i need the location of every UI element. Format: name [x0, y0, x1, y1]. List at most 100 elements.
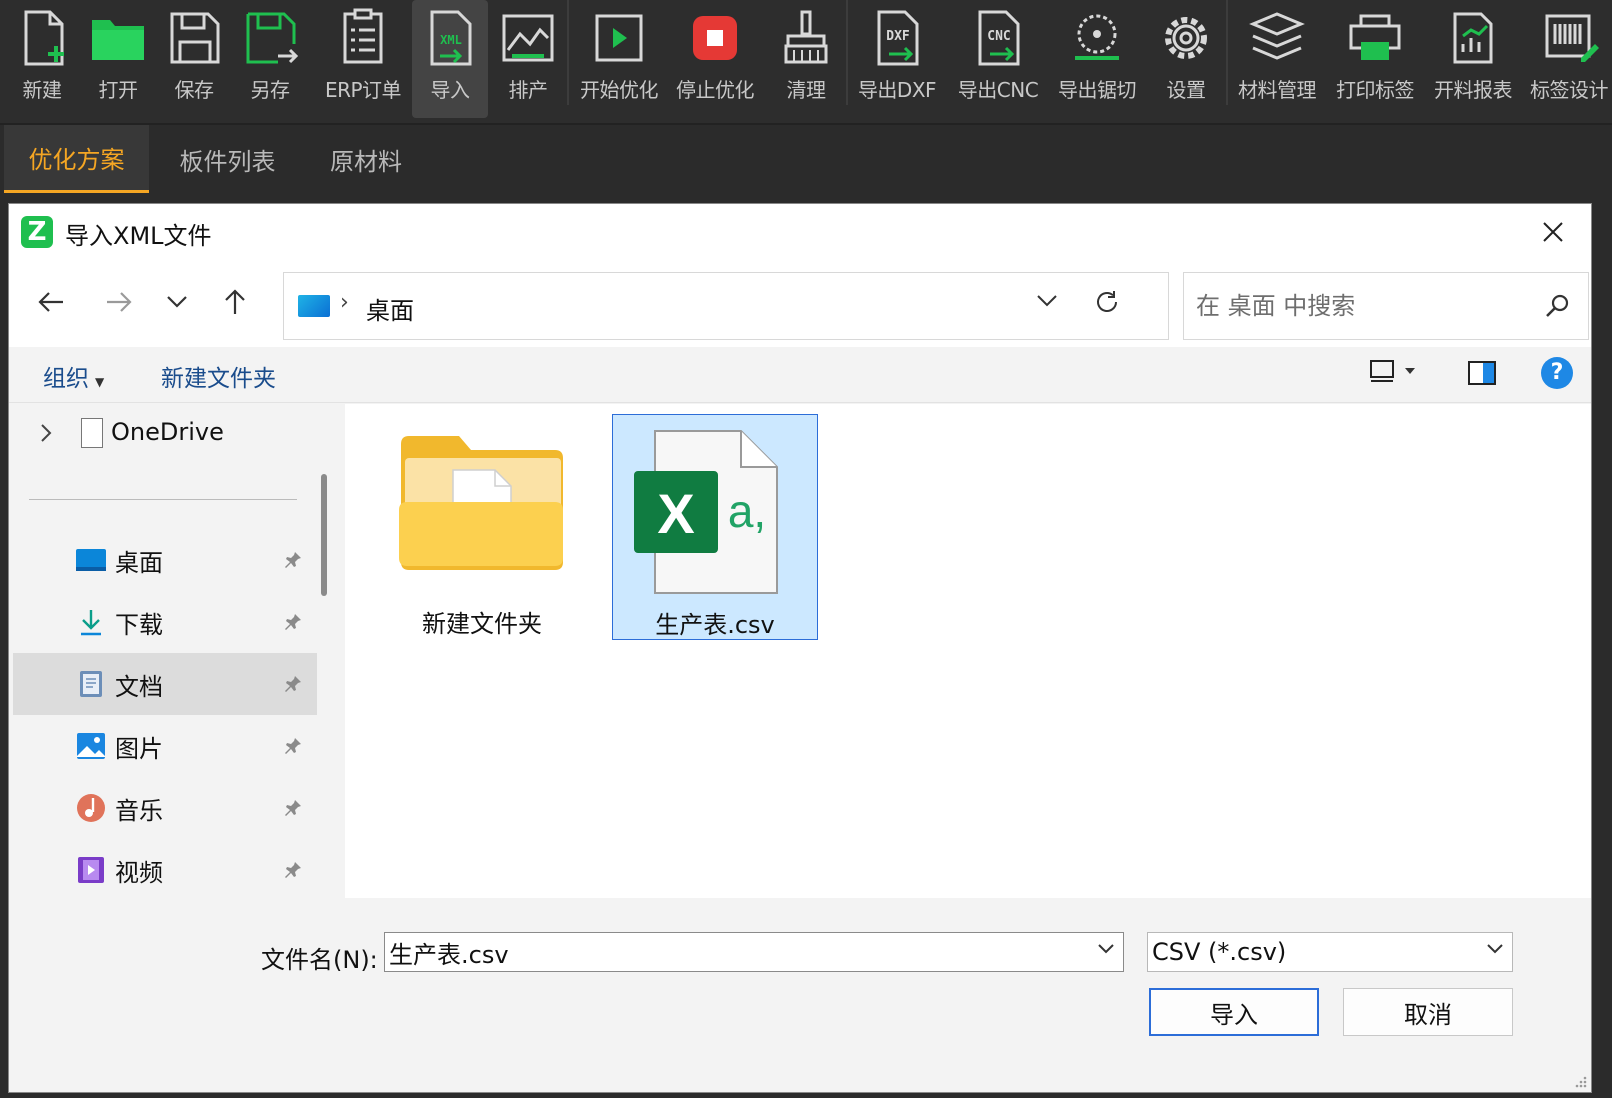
address-dropdown-button[interactable] [1036, 293, 1058, 312]
arrow-up-icon [225, 289, 245, 314]
chevron-right-icon[interactable] [39, 422, 53, 444]
toolbar-settings-button[interactable]: 设置 [1150, 0, 1222, 118]
toolbar-new-button[interactable]: 新建 [6, 0, 78, 118]
desktop-icon [298, 295, 330, 317]
toolbar-import-button[interactable]: XML 导入 [412, 0, 488, 118]
barcode-edit-icon [1545, 14, 1599, 62]
cancel-button[interactable]: 取消 [1343, 988, 1513, 1036]
search-input[interactable] [1196, 273, 1536, 339]
toolbar-clean-button[interactable]: 清理 [770, 0, 842, 118]
pin-icon [285, 552, 301, 568]
organize-menu-button[interactable]: 组织 ▼ [43, 359, 104, 393]
change-view-button[interactable] [1369, 359, 1415, 383]
pin-icon [285, 676, 301, 692]
toolbar-separator [567, 0, 569, 105]
breadcrumb-location[interactable]: 桌面 [366, 291, 414, 326]
tab-optimize-plan[interactable]: 优化方案 [4, 125, 149, 193]
tab-bar: 优化方案 板件列表 原材料 [0, 125, 1612, 196]
pin-icon [285, 614, 301, 630]
file-item-folder[interactable]: 新建文件夹 [379, 414, 585, 640]
dxf-badge-text: DXF [886, 29, 910, 44]
open-folder-icon [92, 20, 144, 60]
cnc-badge-text: CNC [987, 29, 1010, 44]
music-icon [77, 794, 105, 822]
toolbar-label-design-button[interactable]: 标签设计 [1526, 0, 1612, 118]
forward-button[interactable] [97, 280, 141, 324]
chevron-down-icon[interactable] [1097, 943, 1115, 955]
toolbar-separator [1226, 0, 1228, 105]
file-type-select[interactable]: CSV (*.csv) [1147, 932, 1513, 972]
toolbar-erp-order-label: ERP订单 [324, 78, 402, 102]
play-icon [595, 14, 643, 62]
toolbar-start-optimize-label: 开始优化 [580, 78, 659, 102]
export-cnc-icon: CNC [978, 10, 1020, 66]
toolbar-stop-optimize-label: 停止优化 [676, 78, 755, 102]
export-dxf-icon: DXF [877, 10, 919, 66]
close-button[interactable] [1533, 212, 1573, 252]
resize-grip-icon[interactable] [1573, 1074, 1587, 1088]
nav-item-videos[interactable]: 视频 [13, 839, 317, 898]
toolbar-schedule-button[interactable]: 排产 [490, 0, 566, 118]
gear-icon [1165, 17, 1207, 59]
nav-item-music[interactable]: 音乐 [13, 777, 317, 839]
file-type-value: CSV (*.csv) [1152, 938, 1287, 966]
navigation-pane: OneDrive 桌面 下载 文档 图片 音乐 视频 [9, 404, 329, 898]
saw-blade-icon [1075, 14, 1119, 60]
preview-pane-button[interactable] [1467, 360, 1497, 390]
nav-item-documents[interactable]: 文档 [13, 653, 317, 715]
refresh-button[interactable] [1094, 289, 1120, 319]
recent-locations-button[interactable] [155, 280, 199, 324]
toolbar-save-button[interactable]: 保存 [158, 0, 230, 118]
stop-icon [693, 16, 737, 60]
file-item-csv[interactable]: X a, 生产表.csv [612, 414, 818, 640]
organize-label: 组织 [43, 366, 89, 392]
toolbar-save-as-button[interactable]: 另存 [234, 0, 306, 118]
nav-item-pictures[interactable]: 图片 [13, 715, 317, 777]
toolbar-export-dxf-button[interactable]: DXF 导出DXF [852, 0, 942, 118]
chevron-down-icon [167, 296, 187, 308]
filename-input[interactable] [389, 933, 1079, 971]
main-toolbar: 新建 打开 保存 另存 ERP订单 XML 导入 排产 开始优化 停止优化 清理… [0, 0, 1612, 125]
video-icon [78, 857, 104, 883]
toolbar-open-label: 打开 [98, 78, 139, 102]
search-icon[interactable] [1544, 293, 1570, 319]
toolbar-export-saw-button[interactable]: 导出锯切 [1052, 0, 1142, 118]
close-icon [1543, 222, 1563, 242]
nav-item-downloads[interactable]: 下载 [13, 591, 317, 653]
help-button[interactable]: ? [1541, 357, 1573, 389]
save-as-icon [246, 12, 299, 64]
toolbar-cut-report-label: 开料报表 [1434, 78, 1513, 102]
toolbar-stop-optimize-button[interactable]: 停止优化 [670, 0, 760, 118]
excel-csv-file-icon: X a, [634, 430, 778, 594]
arrow-left-icon [38, 292, 63, 312]
toolbar-clean-label: 清理 [786, 78, 827, 102]
new-folder-button[interactable]: 新建文件夹 [161, 359, 276, 393]
toolbar-print-label-button[interactable]: 打印标签 [1330, 0, 1420, 118]
refresh-icon [1097, 291, 1117, 312]
nav-item-onedrive[interactable]: OneDrive [9, 404, 329, 466]
import-xml-dialog: Z 导入XML文件 › 桌面 在 桌面 中搜索 组织 ▼ 新建文件夹 ? One… [8, 203, 1592, 1093]
chevron-down-icon [1037, 295, 1057, 307]
toolbar-export-cnc-button[interactable]: CNC 导出CNC [952, 0, 1044, 118]
onedrive-document-icon [81, 418, 103, 448]
nav-item-desktop[interactable]: 桌面 [13, 529, 317, 591]
toolbar-start-optimize-button[interactable]: 开始优化 [574, 0, 664, 118]
toolbar-schedule-label: 排产 [508, 78, 549, 102]
address-bar[interactable]: › 桌面 [283, 272, 1169, 340]
toolbar-export-cnc-label: 导出CNC [957, 78, 1039, 102]
toolbar-print-label-label: 打印标签 [1336, 78, 1415, 102]
dialog-title: 导入XML文件 [65, 222, 212, 250]
back-button[interactable] [29, 280, 73, 324]
navigation-row: › 桌面 [9, 258, 1591, 347]
toolbar-new-label: 新建 [22, 78, 63, 102]
save-icon [170, 12, 220, 64]
toolbar-open-button[interactable]: 打开 [82, 0, 154, 118]
toolbar-erp-order-button[interactable]: ERP订单 [318, 0, 408, 118]
toolbar-material-button[interactable]: 材料管理 [1232, 0, 1322, 118]
toolbar-cut-report-button[interactable]: 开料报表 [1428, 0, 1518, 118]
import-button[interactable]: 导入 [1149, 988, 1319, 1036]
up-button[interactable] [213, 280, 257, 324]
tab-raw-material[interactable]: 原材料 [306, 125, 426, 193]
tab-panel-list[interactable]: 板件列表 [155, 125, 300, 193]
nav-pane-scrollbar[interactable] [321, 474, 327, 596]
